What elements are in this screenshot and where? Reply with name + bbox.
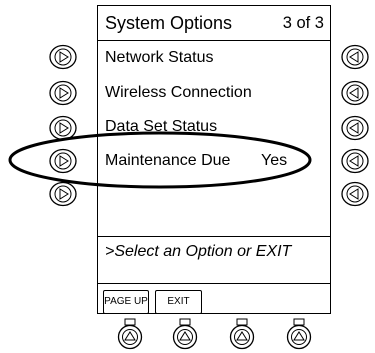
menu-item-data-set-status[interactable]: Data Set Status [105,118,217,136]
prompt-text: >Select an Option or EXIT [105,243,292,260]
prompt-area: >Select an Option or EXIT [98,236,330,284]
left-side-button-1[interactable] [48,44,78,70]
left-side-button-3[interactable] [48,115,78,141]
right-side-button-2[interactable] [340,80,370,106]
maintenance-due-value: Yes [261,152,288,169]
menu-item-network-status[interactable]: Network Status [105,49,213,67]
bottom-button-1[interactable] [117,318,143,350]
screen-title: System Options [105,13,233,33]
right-side-button-1[interactable] [340,44,370,70]
bottom-button-2[interactable] [172,318,198,350]
left-side-button-2[interactable] [48,80,78,106]
bottom-button-4[interactable] [286,318,312,350]
right-side-button-5[interactable] [340,181,370,207]
left-side-button-4[interactable] [48,148,78,174]
right-side-button-4[interactable] [340,148,370,174]
bottom-button-3[interactable] [229,318,255,350]
left-side-button-5[interactable] [48,181,78,207]
menu-item-maintenance-due[interactable]: Maintenance Due [105,152,230,170]
exit-softkey[interactable]: EXIT [155,290,202,314]
right-side-button-3[interactable] [340,115,370,141]
title-bar: System Options 3 of 3 [98,6,330,41]
menu-item-wireless-connection[interactable]: Wireless Connection [105,84,252,102]
display-screen: System Options 3 of 3 Network Status Wir… [97,5,331,314]
page-indicator: 3 of 3 [282,14,324,32]
page-up-softkey[interactable]: PAGE UP [103,290,149,314]
